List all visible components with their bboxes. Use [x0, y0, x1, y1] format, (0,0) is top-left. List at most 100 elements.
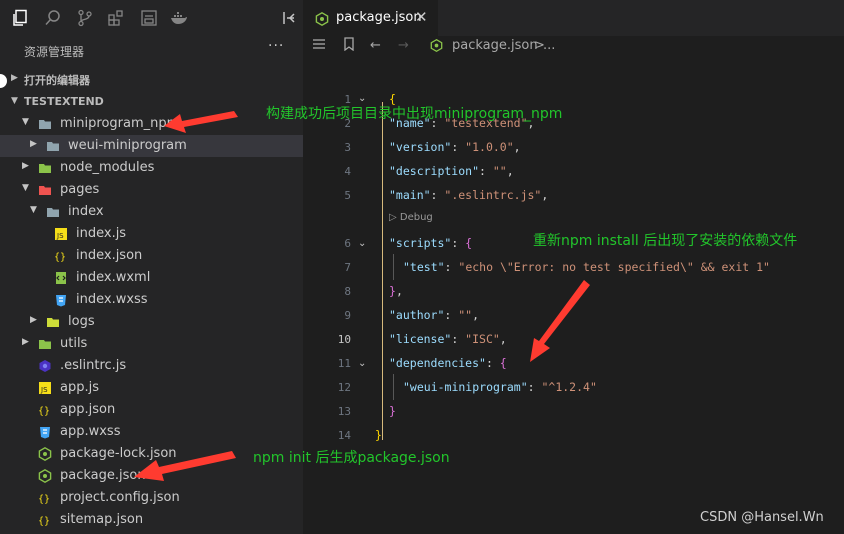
fold-chevron-icon[interactable]: ⌄: [358, 238, 366, 249]
value-author: "": [458, 308, 473, 322]
chevron-right-icon[interactable]: ▶: [30, 315, 37, 325]
more-actions-button[interactable]: ···: [268, 38, 284, 54]
project-section[interactable]: ▼ TESTEXTEND: [0, 91, 303, 113]
fold-chevron-icon[interactable]: ⌄: [358, 358, 366, 369]
js-file-icon: JS: [38, 381, 52, 395]
folder-utils-icon: [38, 337, 52, 351]
tree-item-sitemap-json[interactable]: {} sitemap.json: [0, 509, 303, 531]
open-editors-section[interactable]: ▶ 打开的编辑器: [0, 68, 303, 90]
chevron-down-icon[interactable]: ▼: [30, 205, 37, 215]
tree-item-weui-miniprogram[interactable]: ▶ weui-miniprogram: [0, 135, 303, 157]
annotation-top: 构建成功后项目目录中出现miniprogram_npm: [266, 106, 563, 122]
js-file-icon: JS: [54, 227, 68, 241]
breadcrumb-file[interactable]: package.json: [452, 38, 538, 53]
annotation-middle: 重新npm install 后出现了安装的依赖文件: [533, 233, 798, 249]
key-test: "test": [403, 260, 445, 274]
tree-item-index[interactable]: ▼ index: [0, 201, 303, 223]
svg-text:{}: {}: [38, 494, 50, 505]
tree-item-label: index.json: [76, 248, 143, 263]
debug-codelens[interactable]: ▷ Debug: [389, 212, 433, 223]
docker-icon[interactable]: [170, 9, 188, 27]
tree-item-eslintrc-js[interactable]: .eslintrc.js: [0, 355, 303, 377]
code-line-13: }: [389, 404, 396, 418]
chevron-right-icon[interactable]: ▶: [30, 139, 37, 149]
line-number: 11: [337, 357, 351, 370]
tree-item-project-config-json[interactable]: {} project.config.json: [0, 487, 303, 509]
line-number: 3: [344, 141, 351, 154]
tree-item-node-modules[interactable]: ▶ node_modules: [0, 157, 303, 179]
tree-item-pages[interactable]: ▼ pages: [0, 179, 303, 201]
chevron-down-icon[interactable]: ▼: [22, 183, 29, 193]
svg-text:{}: {}: [38, 516, 50, 527]
key-author: "author": [389, 308, 445, 322]
line-number: 6: [344, 237, 351, 250]
tab-package-json[interactable]: package.json ✕: [303, 0, 438, 36]
tree-item-index-wxss[interactable]: index.wxss: [0, 289, 303, 311]
json-file-icon: {}: [38, 513, 52, 527]
bookmark-icon[interactable]: [342, 37, 356, 55]
chevron-right-icon[interactable]: ▶: [22, 337, 29, 347]
code-line-6: "scripts": {: [389, 236, 473, 250]
eslint-file-icon: [38, 359, 52, 373]
line-number: 7: [344, 261, 351, 274]
svg-text:JS: JS: [40, 386, 48, 394]
value-test: "echo \"Error: no test specified\" && ex…: [458, 260, 770, 274]
tree-item-label: app.wxss: [60, 424, 121, 439]
arrow-icon: [530, 280, 590, 362]
line-number: 8: [344, 285, 351, 298]
json-file-icon: {}: [38, 403, 52, 417]
svg-text:JS: JS: [56, 232, 64, 240]
forward-arrow-icon[interactable]: →: [398, 38, 409, 53]
value-description: "": [492, 164, 507, 178]
code-line-7: "test": "echo \"Error: no test specified…: [403, 260, 770, 274]
activity-bar: [0, 0, 303, 36]
wxss-file-icon: [54, 293, 68, 307]
tree-item-index-js[interactable]: JS index.js: [0, 223, 303, 245]
bracket-guide: [382, 102, 383, 440]
indent-guide: [393, 254, 394, 280]
tree-item-label: project.config.json: [60, 490, 180, 505]
tree-item-app-json[interactable]: {} app.json: [0, 399, 303, 421]
tab-bar: package.json ✕: [303, 0, 844, 36]
tree-item-label: index.wxss: [76, 292, 148, 307]
chevron-down-icon: ▼: [11, 96, 18, 106]
key-main: "main": [389, 188, 431, 202]
tree-item-index-json[interactable]: {} index.json: [0, 245, 303, 267]
wxml-file-icon: [54, 271, 68, 285]
npm-file-icon: [38, 469, 52, 483]
folder-node-icon: [38, 161, 52, 175]
search-icon[interactable]: [44, 9, 62, 27]
extensions-icon[interactable]: [107, 9, 125, 27]
key-license: "license": [389, 332, 452, 346]
indent-guide: [393, 374, 394, 400]
folder-logs-icon: [46, 315, 60, 329]
breadcrumb: ← → package.json > ...: [303, 36, 844, 58]
line-number: 9: [344, 309, 351, 322]
tree-item-label: index: [68, 204, 104, 219]
svg-text:{}: {}: [38, 406, 50, 417]
tree-item-utils[interactable]: ▶ utils: [0, 333, 303, 355]
back-arrow-icon[interactable]: ←: [370, 38, 381, 53]
chevron-right-icon[interactable]: ▶: [22, 161, 29, 171]
chevron-down-icon[interactable]: ▼: [22, 117, 29, 127]
tree-item-app-wxss[interactable]: app.wxss: [0, 421, 303, 443]
npm-file-icon: [38, 447, 52, 461]
tab-label: package.json: [336, 10, 422, 25]
tree-item-logs[interactable]: ▶ logs: [0, 311, 303, 333]
tree-item-index-wxml[interactable]: index.wxml: [0, 267, 303, 289]
list-icon[interactable]: [312, 37, 326, 55]
breadcrumb-rest[interactable]: ...: [543, 38, 555, 53]
svg-text:{}: {}: [54, 252, 66, 263]
tree-item-label: logs: [68, 314, 95, 329]
code-line-3: "version": "1.0.0",: [389, 140, 521, 154]
tree-item-miniprogram-npm[interactable]: ▼ miniprogram_npm: [0, 113, 303, 135]
source-control-icon[interactable]: [76, 9, 94, 27]
split-sidebar-icon[interactable]: [280, 9, 298, 27]
close-icon[interactable]: ✕: [415, 8, 428, 26]
outline-icon[interactable]: [140, 9, 158, 27]
explorer-icon[interactable]: [11, 9, 29, 27]
open-editors-label: 打开的编辑器: [24, 74, 90, 87]
tree-item-label: app.js: [60, 380, 99, 395]
explorer-title: 资源管理器: [24, 45, 85, 59]
tree-item-app-js[interactable]: JS app.js: [0, 377, 303, 399]
